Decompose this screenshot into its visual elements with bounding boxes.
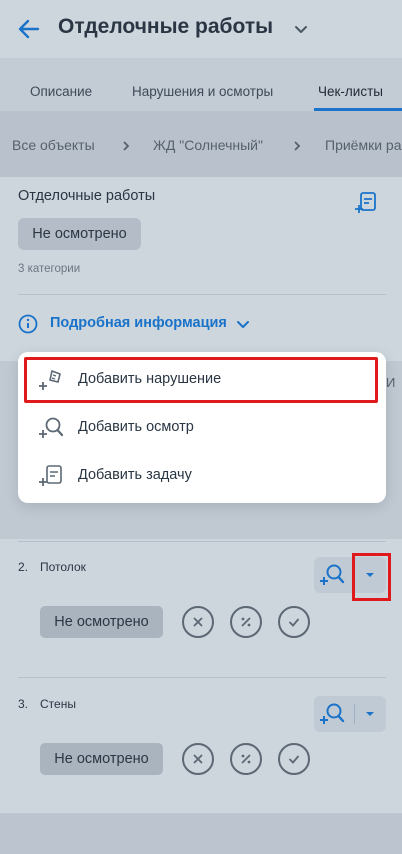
breadcrumb: Все объекты ЖД "Солнечный" Приёмки ра [0,111,402,177]
divider [18,294,386,295]
divider [18,677,386,678]
close-icon [193,617,203,627]
section-title: Отделочные работы [18,188,156,204]
tab-description[interactable]: Описание [30,84,92,99]
item-number: 3. [18,697,29,711]
breadcrumb-acceptance[interactable]: Приёмки ра [325,137,402,153]
divider [18,541,386,542]
highlight-dropdown [352,553,391,601]
add-inspection-icon [320,703,345,724]
header: Отделочные работы [0,0,402,58]
menu-item-add-task[interactable]: Добавить задачу [18,452,386,500]
chevron-right-icon [123,141,130,151]
page-title: Отделочные работы [58,15,274,38]
button-separator [354,704,355,724]
percent-icon [241,617,251,627]
tab-violations-inspections[interactable]: Нарушения и осмотры [132,84,273,99]
percent-icon [241,754,251,764]
status-badge: Не осмотрено [18,218,141,250]
info-icon [18,314,38,334]
chevron-down-icon[interactable] [293,21,309,37]
partial-button[interactable] [230,606,262,638]
reject-button[interactable] [182,606,214,638]
check-icon [288,755,300,764]
menu-item-label: Добавить осмотр [78,419,194,435]
arrow-left-icon[interactable] [16,16,42,42]
reject-button[interactable] [182,743,214,775]
add-inspection-icon [320,564,345,585]
menu-item-label: Добавить задачу [78,467,192,483]
add-menu-popup: Добавить нарушение Добавить осмотр Добав… [18,352,386,503]
screen: Отделочные работы Описание Нарушения и о… [0,0,402,854]
item-label: Стены [40,697,76,711]
accept-button[interactable] [278,743,310,775]
breadcrumb-project[interactable]: ЖД "Солнечный" [153,137,263,153]
checklist-section: Отделочные работы Не осмотрено 3 категор… [0,177,402,854]
check-icon [288,618,300,627]
item-label: Потолок [40,560,86,574]
partial-button[interactable] [230,743,262,775]
partially-hidden-text: И [386,375,396,390]
status-badge: Не осмотрено [40,743,163,775]
tab-bar: Описание Нарушения и осмотры Чек-листы [0,58,402,111]
item-number: 2. [18,560,29,574]
tab-checklists[interactable]: Чек-листы [318,84,383,99]
add-inspection-button[interactable] [314,696,386,732]
dropdown-arrow-icon[interactable] [364,708,376,720]
add-task-icon [39,465,62,486]
highlight-selected-item [24,357,378,403]
bottom-bar [0,813,402,854]
add-inspection-icon [39,417,64,438]
add-document-icon[interactable] [354,191,378,215]
categories-count: 3 категории [18,263,81,275]
close-icon [193,754,203,764]
accept-button[interactable] [278,606,310,638]
breadcrumb-all-objects[interactable]: Все объекты [12,137,95,153]
menu-item-add-inspection[interactable]: Добавить осмотр [18,404,386,452]
details-label: Подробная информация [50,315,227,331]
status-badge: Не осмотрено [40,606,163,638]
chevron-down-icon [237,321,249,328]
chevron-right-icon [294,141,301,151]
